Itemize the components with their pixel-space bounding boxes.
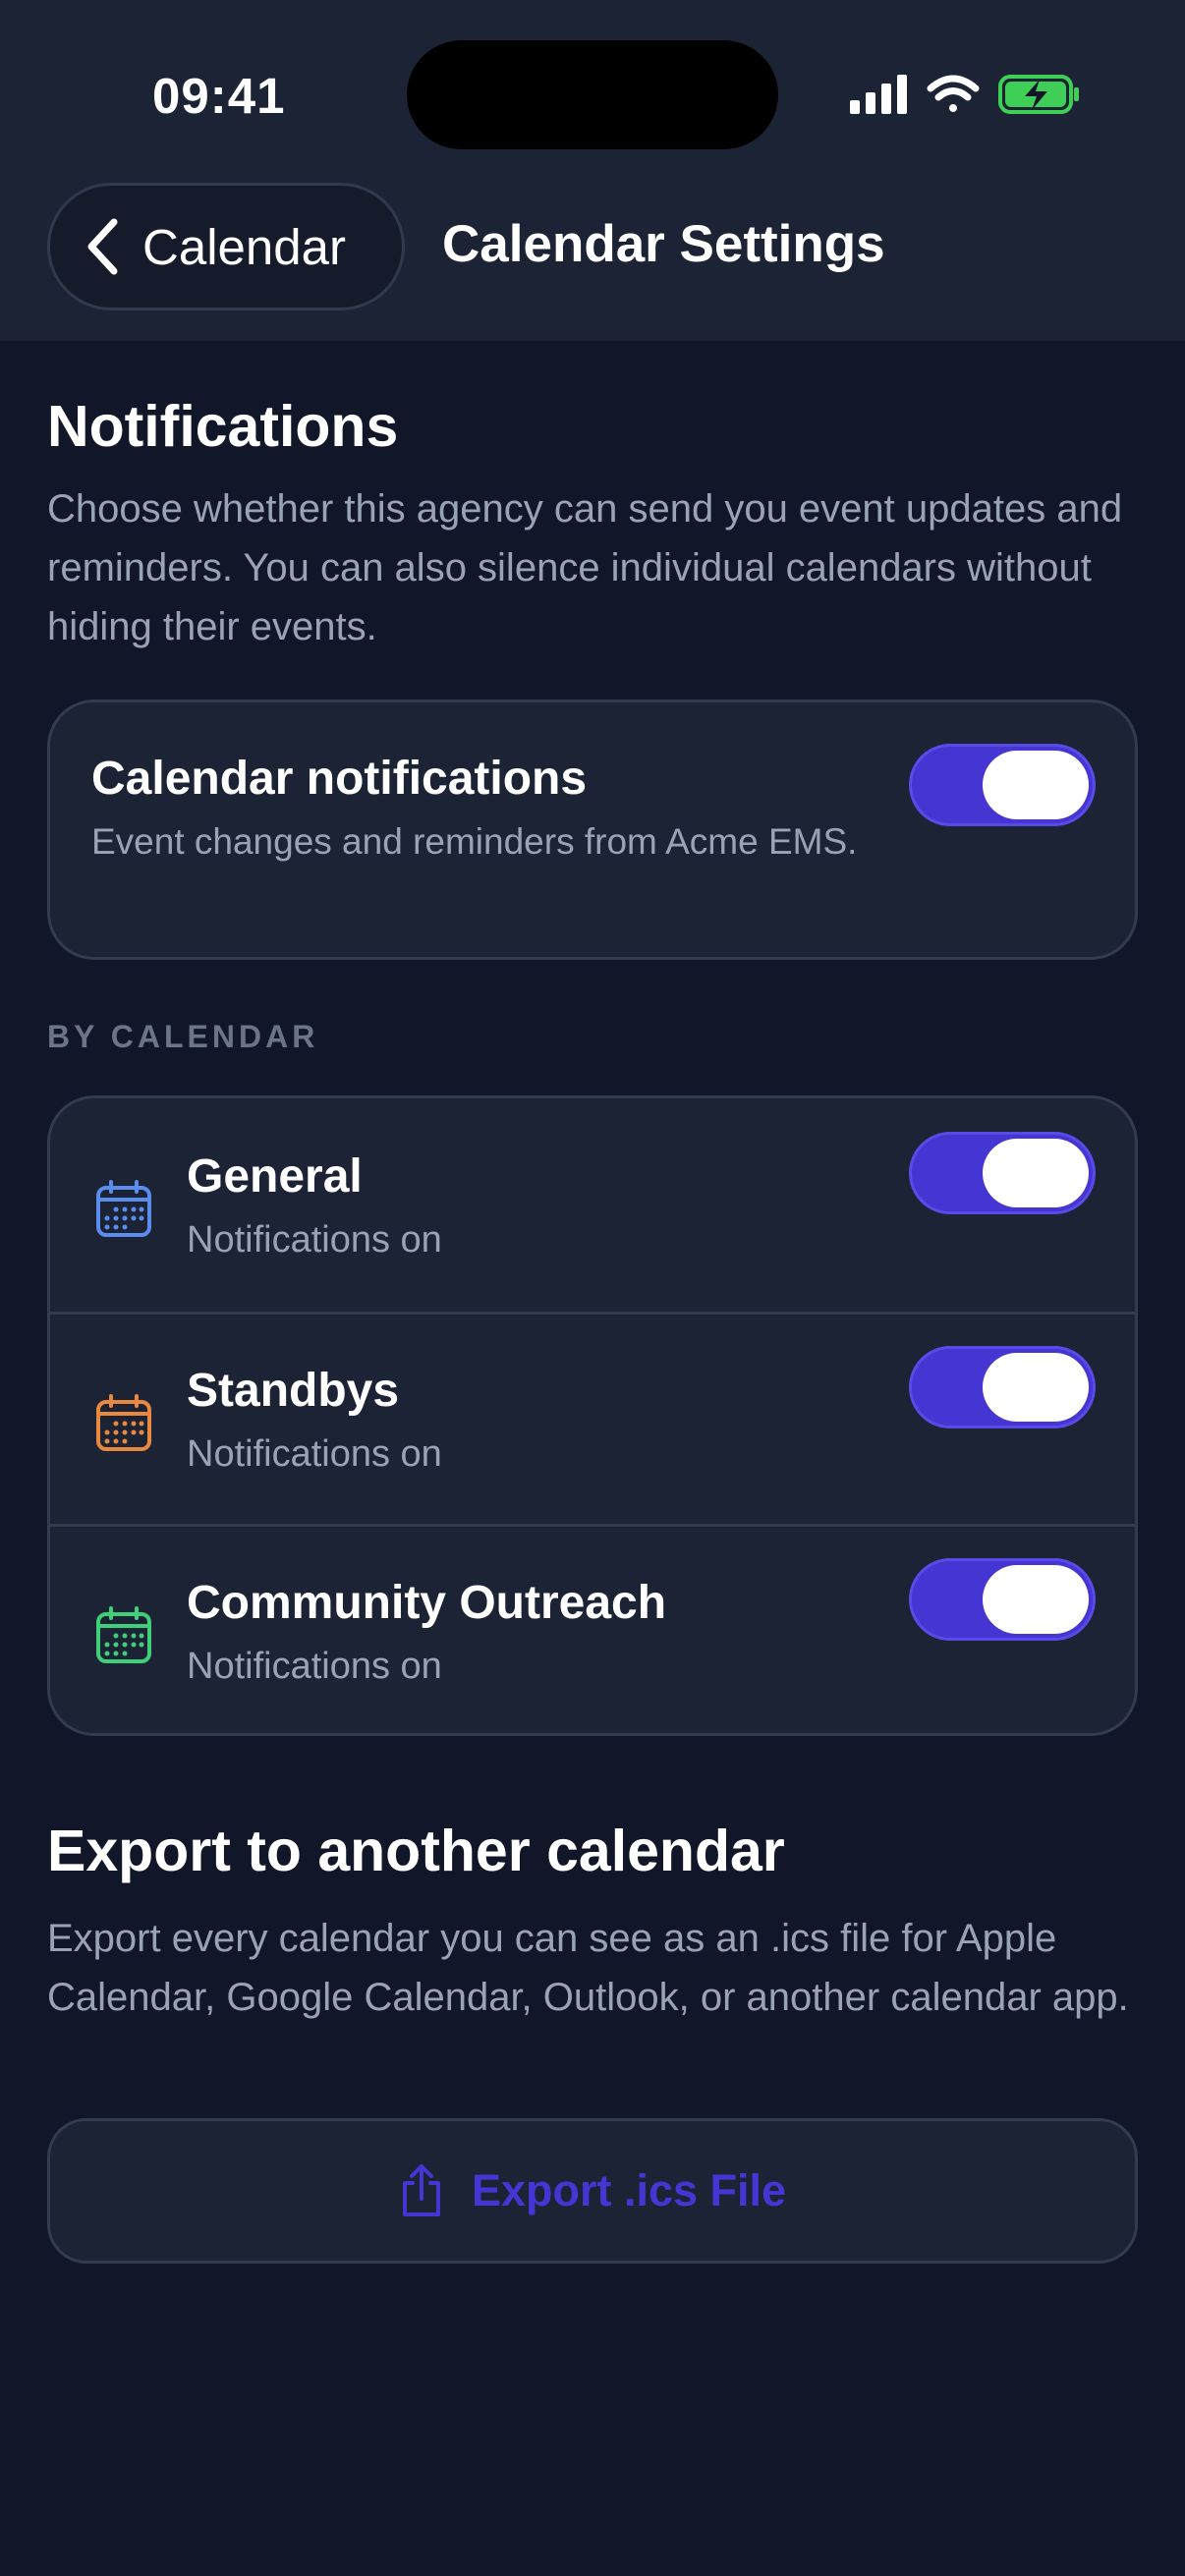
signal-icon (850, 75, 907, 114)
export-ics-button[interactable]: Export .ics File (47, 2118, 1138, 2264)
notifications-description: Choose whether this agency can send you … (47, 487, 1123, 648)
chevron-left-icon (87, 218, 118, 275)
calendar-notifications-subtitle: Event changes and reminders from Acme EM… (91, 821, 858, 862)
share-icon (402, 2164, 440, 2216)
calendar-name: General (187, 1150, 363, 1203)
calendar-name: Community Outreach (187, 1577, 667, 1629)
calendar-status: Notifications on (187, 1646, 442, 1687)
notifications-heading: Notifications (47, 394, 399, 459)
calendar-toggle-standbys[interactable] (909, 1346, 1096, 1428)
calendar-icon (96, 1606, 151, 1663)
export-button-label: Export .ics File (471, 2165, 787, 2215)
wifi-icon (927, 75, 980, 112)
calendar-toggle-general[interactable] (909, 1132, 1096, 1214)
export-heading: Export to another calendar (47, 1819, 785, 1883)
calendar-status: Notifications on (187, 1433, 442, 1475)
export-description: Export every calendar you can see as an … (47, 1917, 1129, 2019)
calendar-list-card: General Notifications on Standbys Notifi… (47, 1095, 1138, 1736)
calendar-icon (96, 1180, 151, 1237)
calendar-name: Standbys (187, 1365, 400, 1417)
calendar-toggle-community-outreach[interactable] (909, 1558, 1096, 1641)
status-icons (850, 75, 1079, 114)
calendar-notifications-title: Calendar notifications (91, 753, 588, 805)
calendar-notifications-card: Calendar notifications Event changes and… (47, 700, 1138, 960)
calendar-status: Notifications on (187, 1219, 442, 1260)
status-time: 09:41 (152, 68, 286, 124)
back-button-label: Calendar (142, 218, 346, 275)
calendar-icon (96, 1394, 151, 1451)
top-bar: 09:41 Calendar Calendar Settings (0, 0, 1185, 341)
divider (50, 1524, 1135, 1527)
by-calendar-label: BY CALENDAR (47, 1019, 319, 1054)
calendar-notifications-toggle[interactable] (909, 744, 1096, 826)
divider (50, 1312, 1135, 1315)
dynamic-island (407, 40, 778, 149)
battery-icon (998, 75, 1079, 114)
back-button[interactable]: Calendar (47, 183, 405, 310)
page-title: Calendar Settings (442, 215, 885, 273)
